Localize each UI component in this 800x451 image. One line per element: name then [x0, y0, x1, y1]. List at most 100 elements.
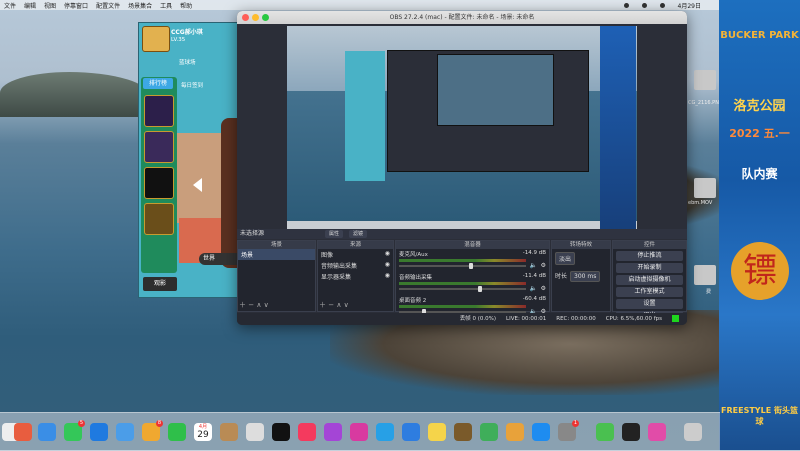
properties-button[interactable]: 属性 [325, 230, 344, 238]
desktop-file-label[interactable]: ebm.MOV [688, 200, 712, 206]
chip-checkin[interactable]: 每日签到 [181, 81, 203, 89]
music-icon[interactable] [298, 423, 316, 441]
maximize-icon[interactable] [262, 14, 269, 21]
mixer-header: 混音器 [396, 241, 549, 249]
gear-icon[interactable]: ⚙ [541, 262, 546, 269]
system-preferences-icon[interactable]: 1 [558, 420, 579, 441]
keynote-icon[interactable] [376, 423, 394, 441]
game-app-icon[interactable] [454, 423, 472, 441]
rank-tab[interactable]: 排行榜 [143, 78, 173, 89]
menu-item-edit[interactable]: 编辑 [24, 1, 36, 10]
no-source-label: 未选择源 [240, 230, 265, 237]
reminders-icon[interactable] [246, 423, 264, 441]
calendar-day: 29 [197, 430, 209, 440]
file-icon[interactable] [694, 70, 716, 90]
eye-icon[interactable]: ◉ [385, 272, 390, 281]
menu-item-scene-collection[interactable]: 场景集合 [128, 1, 152, 10]
notes-icon[interactable] [428, 423, 446, 441]
source-toolbar-buttons[interactable]: ＋ − ∧ ∨ [319, 300, 349, 310]
mail-icon[interactable] [90, 423, 108, 441]
speaker-icon[interactable]: 🔈 [530, 285, 537, 292]
safari-icon[interactable] [38, 423, 56, 441]
menu-item-tools[interactable]: 工具 [160, 1, 172, 10]
speaker-icon[interactable]: 🔈 [530, 262, 537, 269]
source-item[interactable]: 图像 ◉ [318, 249, 393, 260]
desktop-file-label[interactable]: CG_2116.PNG [688, 100, 723, 114]
app-icon[interactable] [648, 423, 666, 441]
obs-window[interactable]: OBS 27.2.4 (mac) - 配置文件: 未命名 - 场景: 未命名 未… [237, 11, 687, 325]
contacts-icon[interactable] [220, 423, 238, 441]
ad-logo: BUCKER PARK [720, 30, 799, 41]
notes-app-icon[interactable] [402, 423, 420, 441]
transition-select[interactable]: 淡出 [555, 252, 576, 265]
eye-icon[interactable]: ◉ [385, 261, 390, 270]
menu-item-docks[interactable]: 停靠窗口 [64, 1, 88, 10]
video-file-icon[interactable] [694, 178, 716, 198]
rank-card[interactable] [144, 167, 174, 199]
itunes-icon[interactable] [350, 423, 368, 441]
launchpad-icon[interactable] [14, 423, 32, 441]
world-chat-button[interactable]: 世界 [199, 253, 239, 265]
chip-court[interactable]: 蓝球场 [179, 58, 196, 66]
status-bar: 丢帧 0 (0.0%) LIVE: 00:00:01 REC: 00:00:00… [237, 313, 687, 325]
rank-card[interactable] [144, 203, 174, 235]
sources-panel: 来源 图像 ◉ 音频输出采集 ◉ 显示器采集 ◉ ＋ − ∧ ∨ [317, 240, 394, 312]
appletv-icon[interactable] [272, 423, 290, 441]
volume-slider[interactable] [399, 286, 526, 292]
slider-handle[interactable] [468, 263, 473, 269]
facetime-icon[interactable] [168, 423, 186, 441]
avatar[interactable] [142, 26, 170, 52]
photos-icon[interactable]: 8 [142, 420, 163, 441]
messages-icon[interactable]: 5 [64, 420, 85, 441]
start-recording-button[interactable]: 开始录制 [616, 263, 683, 273]
preview-canvas[interactable] [287, 26, 637, 231]
file-icon[interactable] [694, 265, 716, 285]
appstore-icon[interactable] [532, 423, 550, 441]
game-window[interactable]: CCG郝小琪 LV.35 蓝球场 每日签到 排行榜 世界 观影 [138, 22, 240, 298]
rank-card[interactable] [144, 131, 174, 163]
wechat-icon[interactable] [596, 423, 614, 441]
filters-button[interactable]: 滤镜 [349, 230, 368, 238]
obs-icon[interactable] [622, 423, 640, 441]
eye-icon[interactable]: ◉ [385, 250, 390, 259]
watch-button[interactable]: 观影 [143, 277, 177, 291]
pages-icon[interactable] [506, 423, 524, 441]
trash-icon[interactable] [684, 423, 702, 441]
podcasts-icon[interactable] [324, 423, 342, 441]
maps-icon[interactable] [116, 423, 134, 441]
clock[interactable]: 4月29日 [678, 1, 701, 10]
menu-item-view[interactable]: 视图 [44, 1, 56, 10]
dock: 5 8 4月 29 1 [0, 412, 720, 451]
menu-item-help[interactable]: 帮助 [180, 1, 192, 10]
virtual-camera-button[interactable]: 启动虚拟摄像机 [616, 275, 683, 285]
player-level: LV.35 [171, 37, 186, 43]
search-icon[interactable] [641, 2, 647, 8]
close-icon[interactable] [242, 14, 249, 21]
menu-item-profile[interactable]: 配置文件 [96, 1, 120, 10]
arrow-left-icon[interactable] [193, 178, 202, 192]
window-titlebar[interactable]: OBS 27.2.4 (mac) - 配置文件: 未命名 - 场景: 未命名 [237, 11, 687, 24]
scenes-header: 场景 [238, 241, 315, 249]
stop-streaming-button[interactable]: 停止推流 [616, 251, 683, 261]
scene-toolbar[interactable]: ＋ − ∧ ∨ [239, 300, 269, 310]
rank-card[interactable] [144, 95, 174, 127]
minimize-icon[interactable] [252, 14, 259, 21]
studio-mode-button[interactable]: 工作室模式 [616, 287, 683, 297]
source-item[interactable]: 音频输出采集 ◉ [318, 260, 393, 271]
source-item[interactable]: 显示器采集 ◉ [318, 271, 393, 282]
desktop-file-label[interactable]: 费 [706, 288, 711, 295]
control-center-icon[interactable] [659, 2, 665, 8]
gear-icon[interactable]: ⚙ [541, 285, 546, 292]
channel-db: -60.4 dB [522, 296, 546, 302]
scene-item[interactable]: 场景 [238, 249, 315, 260]
numbers-icon[interactable] [480, 423, 498, 441]
volume-slider[interactable] [399, 263, 526, 269]
calendar-icon[interactable]: 4月 29 [194, 423, 212, 441]
slider-handle[interactable] [477, 286, 482, 292]
settings-button[interactable]: 设置 [616, 299, 683, 309]
wifi-icon[interactable] [623, 2, 629, 8]
window-title: OBS 27.2.4 (mac) - 配置文件: 未命名 - 场景: 未命名 [389, 14, 535, 21]
ad-title: 洛克公园 [733, 99, 786, 114]
duration-input[interactable]: 300 ms [570, 271, 601, 282]
menu-item-file[interactable]: 文件 [4, 1, 16, 10]
